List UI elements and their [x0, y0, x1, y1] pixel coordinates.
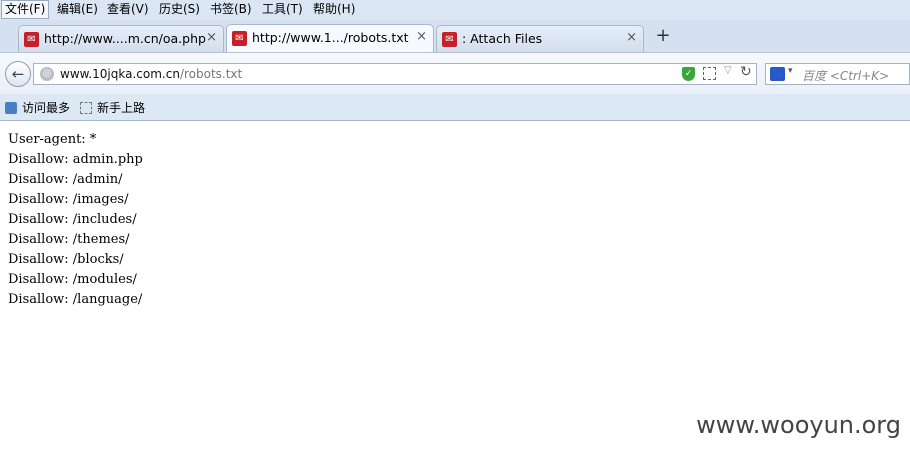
- menu-edit[interactable]: 编辑(E): [54, 1, 101, 18]
- menu-history[interactable]: 历史(S): [156, 1, 203, 18]
- bookmark-most-visited[interactable]: 访问最多: [5, 99, 70, 115]
- page-content: User-agent: * Disallow: admin.php Disallow…: [0, 121, 910, 452]
- robots-line: Disallow: /images/: [8, 192, 129, 207]
- site-favicon-icon: ✉: [232, 31, 247, 46]
- page-icon: [80, 102, 92, 114]
- menu-bookmarks[interactable]: 书签(B): [207, 1, 255, 18]
- robots-line: Disallow: /includes/: [8, 212, 137, 227]
- qr-code-icon[interactable]: [703, 67, 716, 80]
- robots-line: Disallow: /blocks/: [8, 252, 124, 267]
- robots-line: Disallow: /modules/: [8, 272, 137, 287]
- robots-txt-content: User-agent: * Disallow: admin.php Disallow…: [8, 130, 143, 310]
- reload-icon[interactable]: ↻: [740, 64, 752, 80]
- close-icon[interactable]: ×: [206, 30, 217, 45]
- tab-title: http://www....m.cn/oa.php: [44, 31, 206, 46]
- menu-view[interactable]: 查看(V): [104, 1, 152, 18]
- most-visited-icon: [5, 102, 17, 114]
- new-tab-button[interactable]: +: [652, 25, 674, 47]
- globe-icon: ◎: [40, 67, 54, 81]
- robots-line: Disallow: admin.php: [8, 152, 143, 167]
- close-icon[interactable]: ×: [416, 29, 427, 44]
- site-favicon-icon: ✉: [24, 32, 39, 47]
- menu-help[interactable]: 帮助(H): [310, 1, 358, 18]
- close-icon[interactable]: ×: [626, 30, 637, 45]
- tab-title: http://www.1.../robots.txt: [252, 30, 409, 45]
- navigation-bar: ← ◎ www.10jqka.com.cn/robots.txt ✓ ▽ ↻ 🐾…: [0, 52, 910, 95]
- menu-file[interactable]: 文件(F): [1, 0, 50, 19]
- url-path: /robots.txt: [179, 67, 243, 81]
- bookmark-label: 访问最多: [22, 101, 71, 115]
- robots-line: User-agent: *: [8, 132, 97, 147]
- bookmark-getting-started[interactable]: 新手上路: [80, 99, 145, 115]
- menu-tools[interactable]: 工具(T): [259, 1, 306, 18]
- tab-robots[interactable]: ✉ http://www.1.../robots.txt ×: [226, 24, 434, 52]
- shield-icon[interactable]: ✓: [682, 67, 695, 81]
- tab-strip: ✉ http://www....m.cn/oa.php × ✉ http://w…: [0, 20, 910, 52]
- bookmarks-toolbar: 访问最多 新手上路: [0, 94, 910, 121]
- tab-attach-files[interactable]: ✉ : Attach Files ×: [436, 25, 644, 52]
- back-button[interactable]: ←: [5, 61, 31, 87]
- tab-oa[interactable]: ✉ http://www....m.cn/oa.php ×: [18, 25, 224, 52]
- robots-line: Disallow: /admin/: [8, 172, 123, 187]
- search-bar[interactable]: 🐾 ▾ 百度 <Ctrl+K>: [765, 63, 910, 85]
- back-arrow-icon: ←: [11, 65, 25, 83]
- url-host: www.10jqka.com.cn: [60, 67, 180, 81]
- tab-title: : Attach Files: [462, 31, 543, 46]
- url-text[interactable]: www.10jqka.com.cn/robots.txt: [60, 67, 242, 81]
- bookmark-label: 新手上路: [97, 101, 146, 115]
- watermark: www.wooyun.org: [696, 411, 901, 439]
- search-engine-dropdown-icon[interactable]: ▾: [788, 66, 793, 76]
- search-placeholder: 百度 <Ctrl+K>: [802, 69, 890, 83]
- url-dropdown-icon[interactable]: ▽: [724, 65, 732, 76]
- robots-line: Disallow: /language/: [8, 292, 143, 307]
- url-bar[interactable]: ◎ www.10jqka.com.cn/robots.txt ✓ ▽ ↻: [33, 63, 757, 85]
- menu-bar: 文件(F) 编辑(E) 查看(V) 历史(S) 书签(B) 工具(T) 帮助(H…: [0, 0, 910, 20]
- baidu-paw-icon[interactable]: 🐾: [770, 67, 785, 81]
- site-favicon-icon: ✉: [442, 32, 457, 47]
- robots-line: Disallow: /themes/: [8, 232, 130, 247]
